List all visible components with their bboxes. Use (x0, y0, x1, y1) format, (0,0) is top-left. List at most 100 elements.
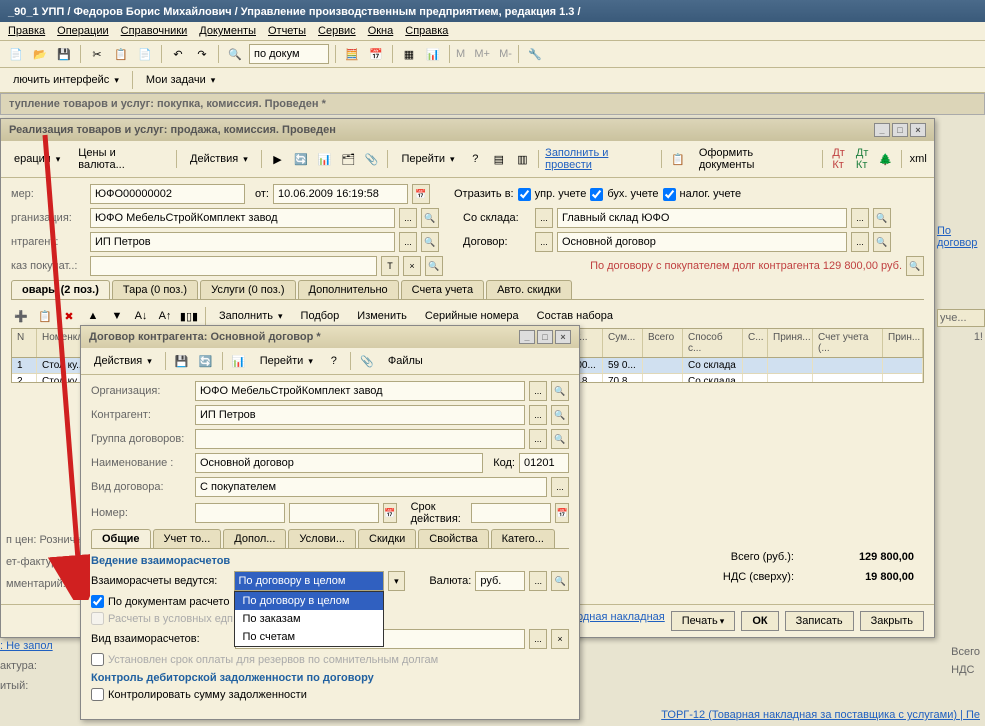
basis-icon[interactable]: 📎 (362, 149, 382, 169)
zakaz-search-button[interactable]: 🔍 (425, 256, 443, 276)
currency-search-button[interactable]: 🔍 (551, 571, 569, 591)
warehouse-input[interactable] (557, 208, 847, 228)
save-button[interactable]: Записать (785, 611, 854, 631)
cut-icon[interactable]: ✂ (87, 44, 107, 64)
minimize-icon[interactable]: _ (874, 123, 890, 137)
dog-select-button[interactable]: ... (851, 232, 869, 252)
tab-categories[interactable]: Катего... (491, 529, 555, 548)
tab-goods[interactable]: овары (2 поз.) (11, 280, 110, 299)
xml-icon[interactable]: xml (908, 149, 928, 169)
menu-help[interactable]: Справка (405, 25, 448, 37)
save-icon[interactable]: 💾 (54, 44, 74, 64)
group-input[interactable] (195, 429, 525, 449)
zakaz-x-button[interactable]: × (403, 256, 421, 276)
close-icon[interactable]: × (555, 330, 571, 344)
tree-icon[interactable]: 🌲 (876, 149, 896, 169)
report-icon[interactable]: 📊 (229, 351, 249, 371)
prices-button[interactable]: Цены и валюта... (71, 144, 170, 174)
wh-select-button[interactable]: ... (851, 208, 869, 228)
serials-button[interactable]: Серийные номера (418, 307, 526, 325)
make-docs-button[interactable]: Оформить документы (692, 144, 816, 174)
fill-button[interactable]: Заполнить (212, 307, 290, 325)
wh-type-button[interactable]: ... (535, 208, 553, 228)
vedenie-arrow-button[interactable]: ▾ (388, 571, 406, 591)
form-icon[interactable]: ▤ (489, 149, 509, 169)
new-icon[interactable]: 📄 (6, 44, 26, 64)
menu-references[interactable]: Справочники (121, 25, 188, 37)
not-filled-link[interactable]: : Не запол (0, 636, 53, 656)
date-input[interactable] (273, 184, 408, 204)
org-search-button[interactable]: 🔍 (421, 208, 439, 228)
redo-icon[interactable]: ↷ (192, 44, 212, 64)
add-copy-icon[interactable]: 📋 (35, 306, 55, 326)
fill-post-link[interactable]: Заполнить и провести (545, 147, 655, 171)
list-icon[interactable]: ▥ (513, 149, 533, 169)
doc-icon[interactable]: 📋 (668, 149, 688, 169)
dropdown-option[interactable]: По договору в целом (235, 592, 383, 610)
org-input[interactable] (90, 208, 395, 228)
print-button[interactable]: Печать (671, 611, 736, 631)
debt-search-button[interactable]: 🔍 (906, 256, 924, 276)
wh-search-button[interactable]: 🔍 (873, 208, 891, 228)
currency-select-button[interactable]: ... (529, 571, 547, 591)
group-search-button[interactable]: 🔍 (551, 429, 569, 449)
paste-icon[interactable]: 📄 (135, 44, 155, 64)
menu-reports[interactable]: Отчеты (268, 25, 306, 37)
actions-button[interactable]: Действия (183, 150, 255, 168)
zakaz-t-button[interactable]: T (381, 256, 399, 276)
org-search-button[interactable]: 🔍 (551, 381, 569, 401)
change-button[interactable]: Изменить (350, 307, 414, 325)
table-icon[interactable]: ▦ (399, 44, 419, 64)
code-input[interactable] (519, 453, 569, 473)
org-input[interactable] (195, 381, 525, 401)
group-select-button[interactable]: ... (529, 429, 547, 449)
add-row-icon[interactable]: ➕ (11, 306, 31, 326)
operation-button[interactable]: ерация (7, 150, 67, 168)
upr-checkbox[interactable]: упр. учете (518, 188, 587, 201)
vedenie-select[interactable] (234, 571, 384, 591)
buh-checkbox[interactable]: бух. учете (590, 188, 658, 201)
cal2-button[interactable]: 📅 (555, 503, 569, 523)
dog-search-button[interactable]: 🔍 (873, 232, 891, 252)
tab-goods-acc[interactable]: Учет то... (153, 529, 222, 548)
dropdown-option[interactable]: По счетам (235, 628, 383, 646)
tab-discounts[interactable]: Скидки (358, 529, 416, 548)
calendar-icon[interactable]: 📅 (366, 44, 386, 64)
maximize-icon[interactable]: □ (892, 123, 908, 137)
dt2-icon[interactable]: ДтКт (852, 149, 872, 169)
close-icon[interactable]: × (910, 123, 926, 137)
po-doc-checkbox[interactable]: По документам расчето (91, 595, 229, 608)
tab-services[interactable]: Услуги (0 поз.) (200, 280, 295, 299)
chart-icon[interactable]: 📊 (423, 44, 443, 64)
help-icon[interactable]: ? (324, 351, 344, 371)
open-icon[interactable]: 📂 (30, 44, 50, 64)
contr-input[interactable] (90, 232, 395, 252)
vid-vz-select-button[interactable]: ... (529, 629, 547, 649)
delete-row-icon[interactable]: ✖ (59, 306, 79, 326)
refresh-icon[interactable]: 🔄 (196, 351, 216, 371)
attach-icon[interactable]: 📎 (357, 351, 377, 371)
tab-conditions[interactable]: Услови... (288, 529, 356, 548)
move-up-icon[interactable]: ▲ (83, 306, 103, 326)
srok-checkbox[interactable]: Установлен срок оплаты для резервов по с… (91, 653, 438, 666)
contr-input[interactable] (195, 405, 525, 425)
composition-button[interactable]: Состав набора (530, 307, 620, 325)
menu-operations[interactable]: Операции (57, 25, 108, 37)
sort-desc-icon[interactable]: A↑ (155, 306, 175, 326)
settings-icon[interactable]: 🔧 (525, 44, 545, 64)
actions-button[interactable]: Действия (87, 352, 159, 370)
menu-documents[interactable]: Документы (199, 25, 256, 37)
dt-icon[interactable]: ДтКт (829, 149, 849, 169)
contr-search-button[interactable]: 🔍 (551, 405, 569, 425)
barcode-icon[interactable]: ▮▯▮ (179, 306, 199, 326)
calendar-button[interactable]: 📅 (412, 184, 430, 204)
tab-general[interactable]: Общие (91, 529, 151, 548)
nal-checkbox[interactable]: налог. учете (663, 188, 742, 201)
calc-icon[interactable]: 🧮 (342, 44, 362, 64)
save-icon[interactable]: 💾 (172, 351, 192, 371)
refresh-icon[interactable]: 🔄 (291, 149, 311, 169)
switch-interface-button[interactable]: лючить интерфейс (6, 71, 126, 89)
type-input[interactable] (195, 477, 547, 497)
selection-button[interactable]: Подбор (294, 307, 347, 325)
type-select-button[interactable]: ... (551, 477, 569, 497)
